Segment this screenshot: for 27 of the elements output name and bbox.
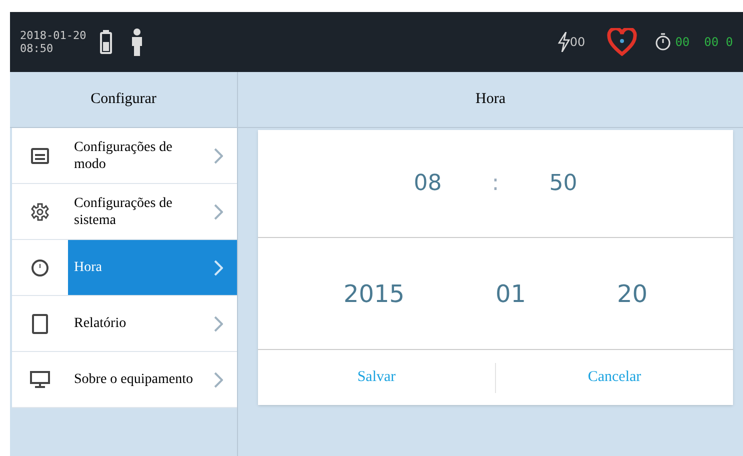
battery-icon — [100, 30, 112, 54]
page-icon — [32, 314, 48, 334]
clock-icon — [31, 258, 49, 276]
menu-item[interactable]: Hora — [68, 240, 237, 295]
panel-title: Hora — [238, 72, 743, 128]
stopwatch-icon — [655, 33, 672, 51]
timer-value: 00 00 0 — [675, 34, 733, 51]
chevron-icon — [214, 204, 223, 220]
year-value: 2015 — [343, 278, 405, 310]
list-icon — [31, 148, 49, 164]
gear-icon — [31, 202, 49, 220]
chevron-icon — [214, 148, 223, 164]
chevron-icon — [214, 316, 223, 332]
status-date: 2018-01-20 — [20, 29, 86, 42]
chevron-icon — [214, 260, 223, 276]
time-separator: : — [492, 170, 500, 198]
chevron-icon — [214, 372, 223, 388]
energy-value: 00 — [570, 34, 586, 51]
minute-value: 50 — [549, 170, 578, 198]
monitor-icon — [30, 370, 50, 388]
status-time: 08:50 — [20, 42, 54, 55]
lightning-icon — [558, 32, 570, 52]
day-value: 20 — [616, 278, 648, 310]
hour-value: 08 — [414, 170, 442, 198]
heart-icon — [607, 28, 638, 56]
month-value: 01 — [495, 278, 526, 310]
person-icon — [130, 28, 144, 56]
